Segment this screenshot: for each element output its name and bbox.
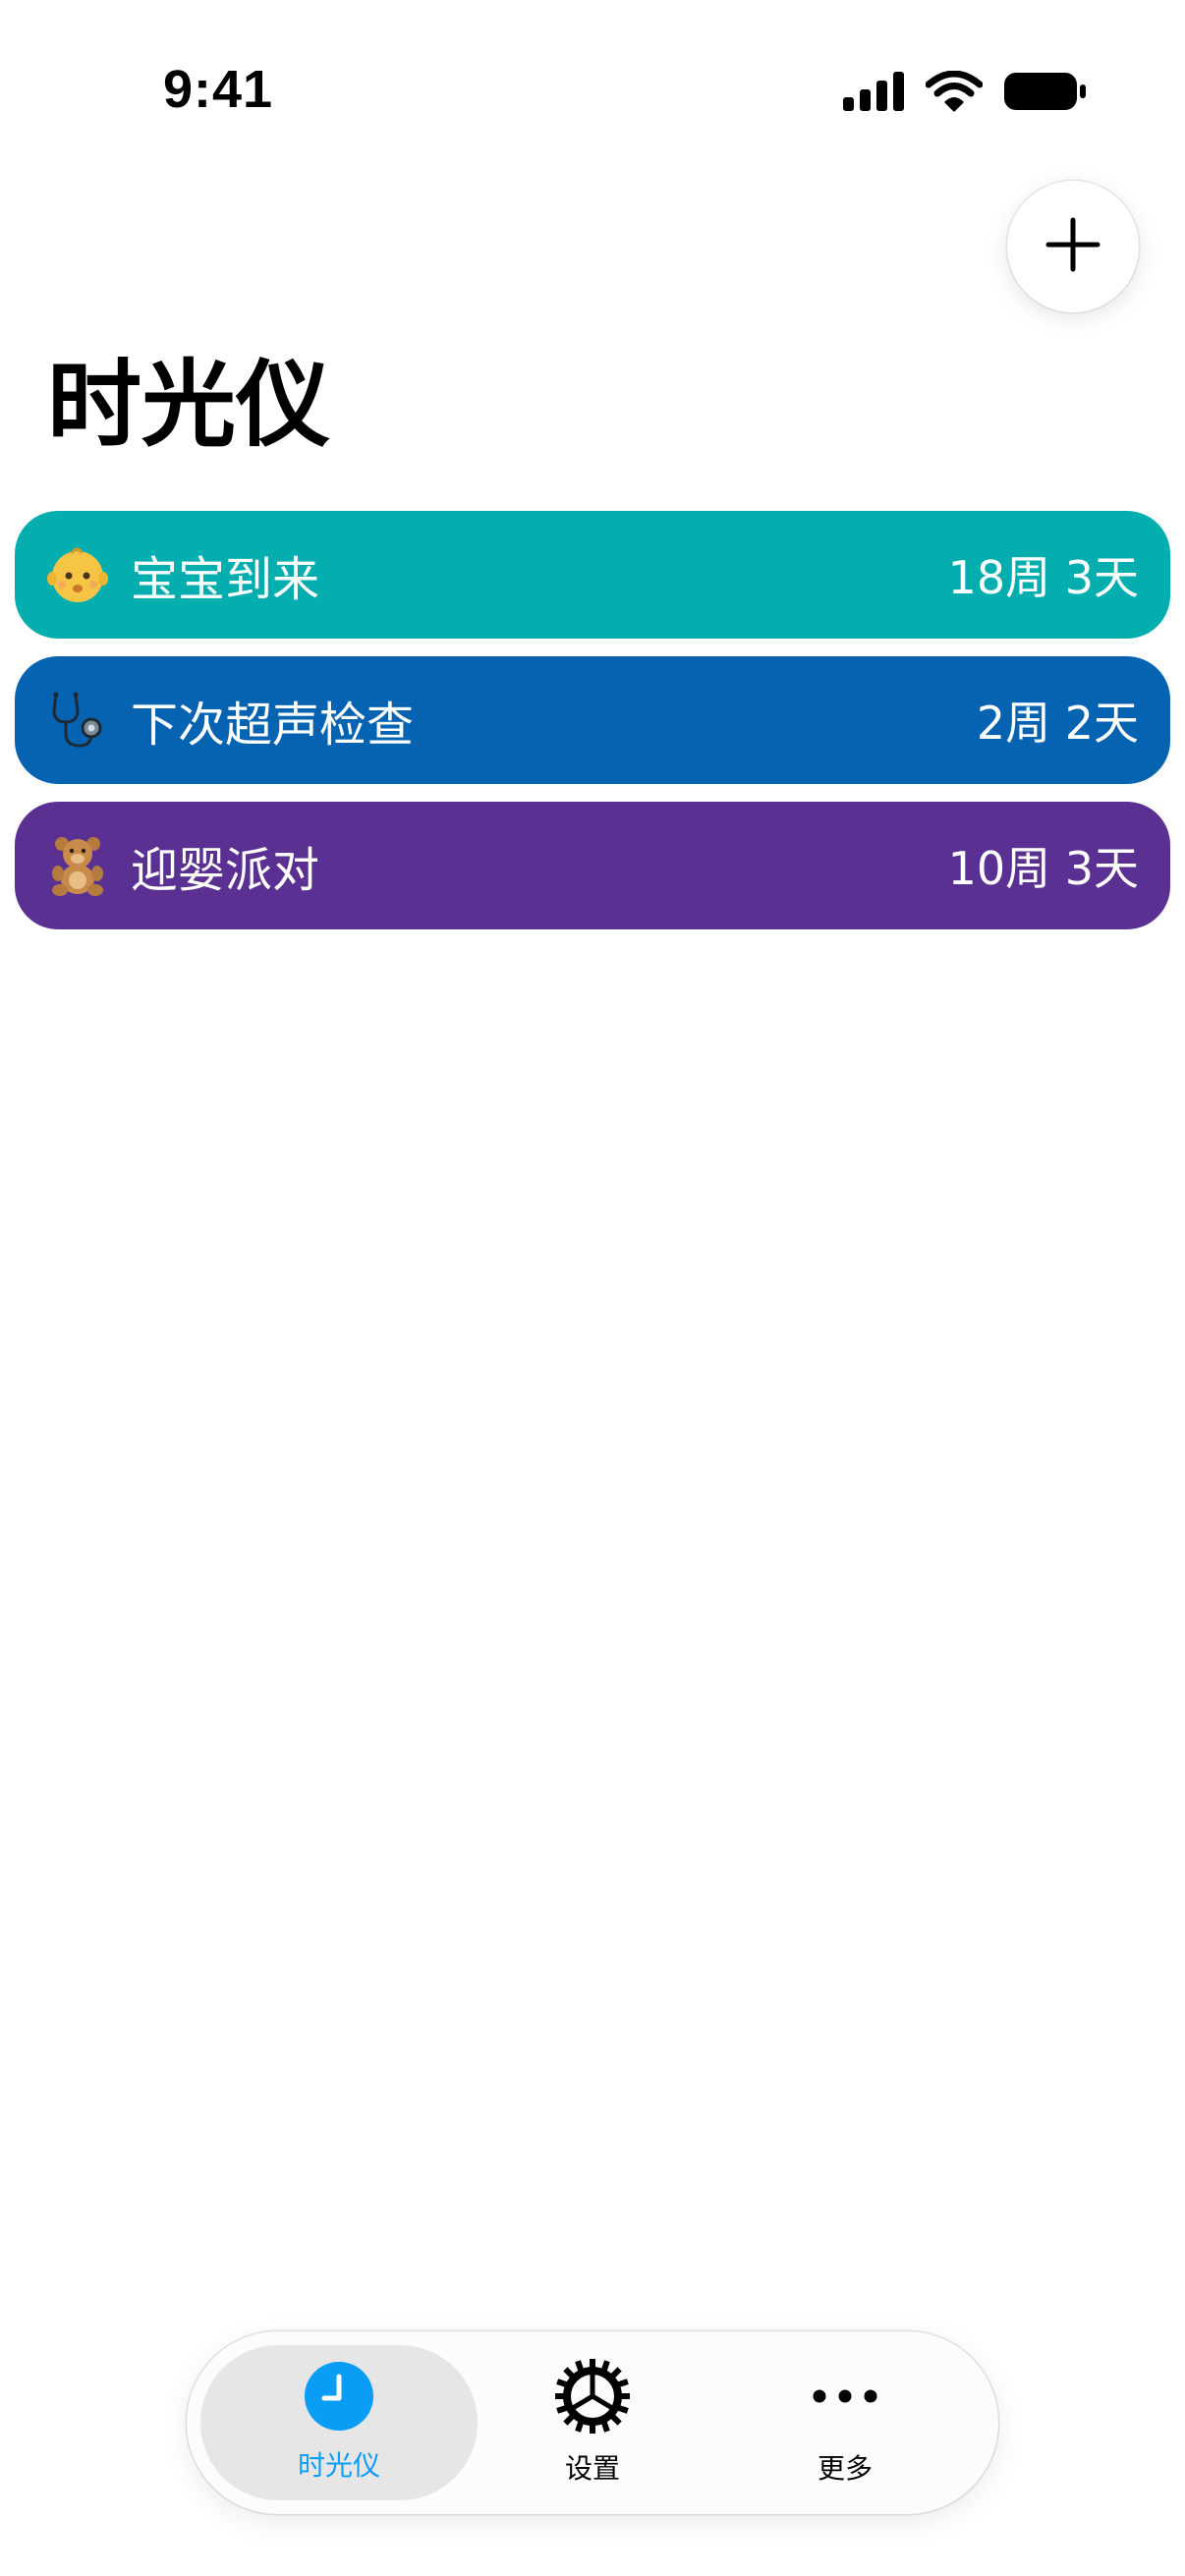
cellular-signal-icon xyxy=(843,72,904,115)
event-remaining: 10周 3天 xyxy=(947,842,1139,895)
app-screen: 9:41 时光仪 宝宝到来 18周 3天 下次超声检查 2周 2天 迎婴派对 1… xyxy=(0,0,1185,2576)
tab-more[interactable]: 更多 xyxy=(715,2345,975,2500)
battery-icon xyxy=(1004,71,1087,116)
event-remaining: 2周 2天 xyxy=(976,697,1139,750)
event-title: 宝宝到来 xyxy=(131,552,320,607)
gear-icon xyxy=(554,2358,631,2437)
plus-icon xyxy=(1045,217,1100,276)
event-row-baby-arrival[interactable]: 宝宝到来 18周 3天 xyxy=(15,511,1170,639)
event-remaining: 18周 3天 xyxy=(947,551,1139,604)
stethoscope-emoji-icon xyxy=(46,689,109,752)
tab-time-machine[interactable]: 时光仪 xyxy=(200,2345,478,2500)
event-row-baby-shower[interactable]: 迎婴派对 10周 3天 xyxy=(15,802,1170,929)
status-time: 9:41 xyxy=(163,60,274,119)
tab-label: 更多 xyxy=(817,2452,873,2485)
baby-emoji-icon xyxy=(46,543,109,606)
page-title: 时光仪 xyxy=(47,350,330,460)
status-icons xyxy=(843,70,1087,116)
add-event-button[interactable] xyxy=(1007,181,1139,312)
event-list: 宝宝到来 18周 3天 下次超声检查 2周 2天 迎婴派对 10周 3天 xyxy=(15,511,1170,947)
clock-icon xyxy=(305,2362,373,2435)
status-bar: 9:41 xyxy=(0,0,1185,187)
ellipsis-icon xyxy=(808,2359,882,2437)
event-title: 迎婴派对 xyxy=(131,843,320,898)
tab-label: 设置 xyxy=(564,2452,620,2485)
tab-label: 时光仪 xyxy=(297,2449,380,2482)
tab-settings[interactable]: 设置 xyxy=(481,2345,704,2500)
tab-bar: 时光仪 设置 更多 xyxy=(187,2331,998,2514)
event-title: 下次超声检查 xyxy=(131,698,415,753)
event-row-next-ultrasound[interactable]: 下次超声检查 2周 2天 xyxy=(15,656,1170,784)
wifi-icon xyxy=(925,70,984,116)
teddy-bear-emoji-icon xyxy=(46,834,109,897)
